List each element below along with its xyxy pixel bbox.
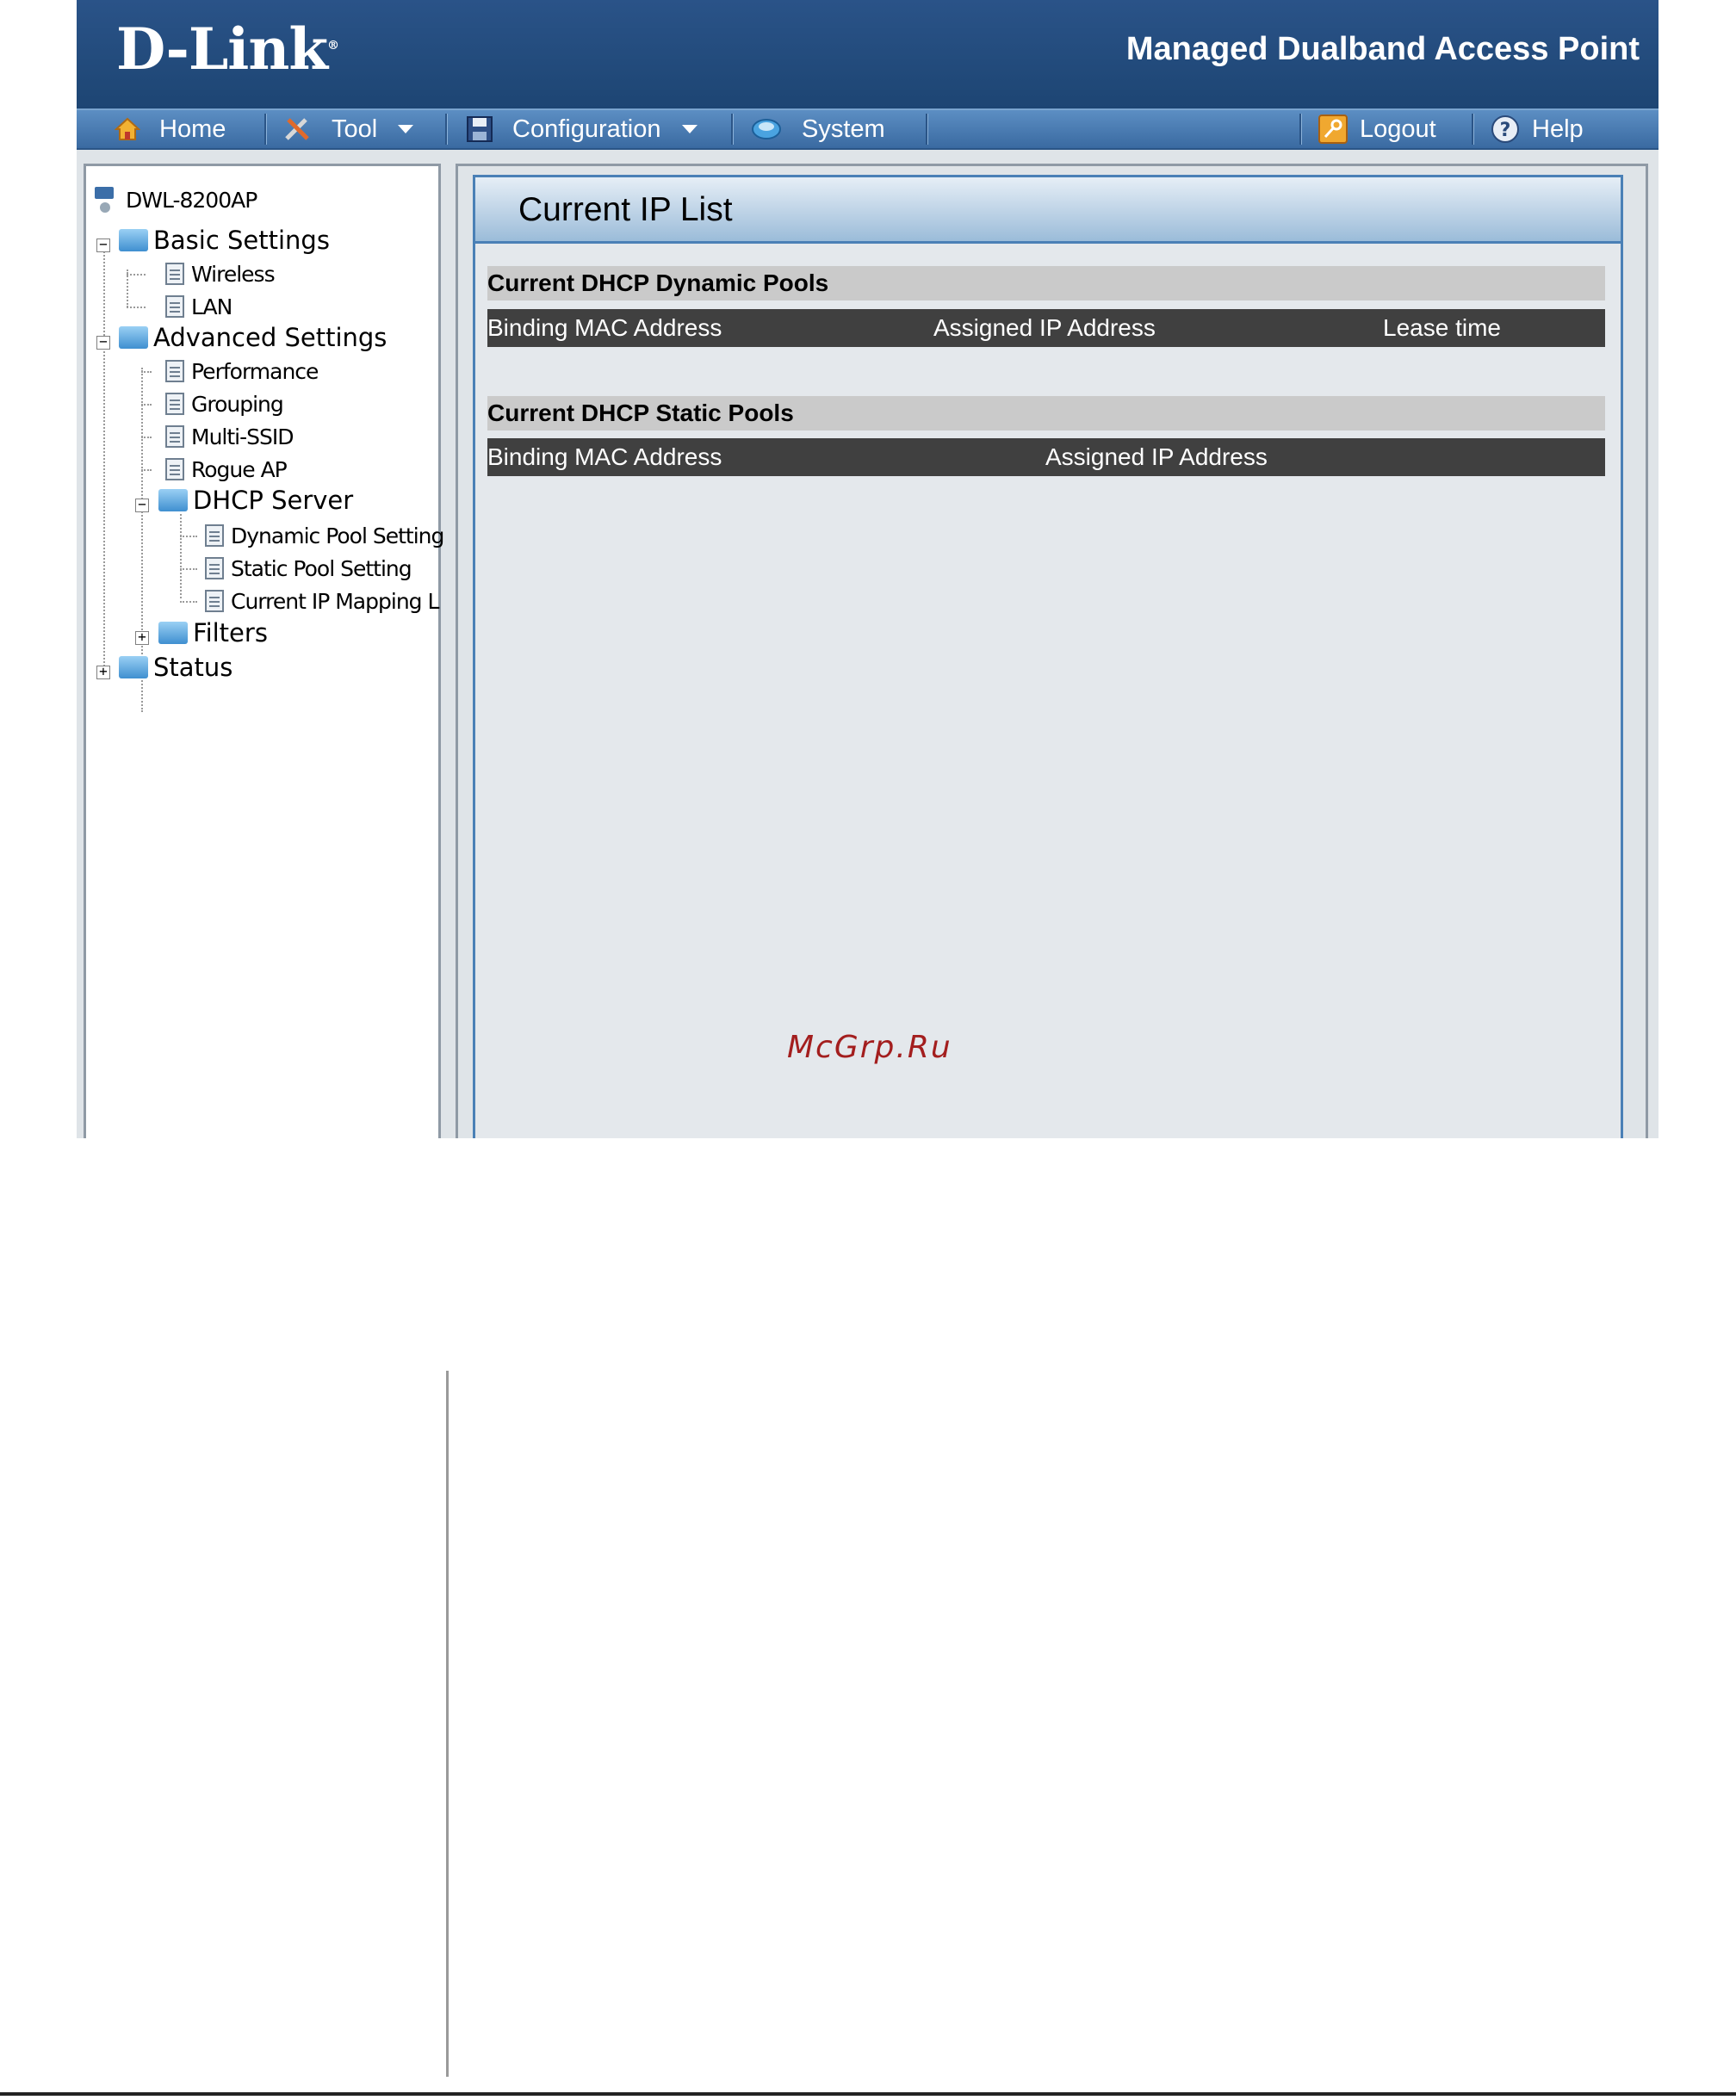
system-icon — [752, 119, 781, 139]
document-icon — [165, 425, 184, 448]
svg-text:?: ? — [1500, 120, 1511, 141]
document-icon — [165, 458, 184, 480]
tree-item-static-pool-setting[interactable]: Static Pool Setting — [205, 555, 412, 581]
column-header: Assigned IP Address — [933, 314, 1156, 341]
folder-icon — [158, 622, 188, 644]
document-icon — [205, 590, 224, 612]
tree-item-rogue-ap[interactable]: Rogue AP — [165, 456, 288, 482]
tree-connector — [141, 371, 152, 373]
tree-item-lan[interactable]: LAN — [165, 294, 232, 319]
folder-icon — [119, 656, 148, 678]
tree-connector — [180, 601, 197, 603]
tree-item-dynamic-pool-setting[interactable]: Dynamic Pool Setting — [205, 523, 444, 548]
document-icon — [205, 557, 224, 579]
tree-item-performance[interactable]: Performance — [165, 358, 319, 384]
tree-root-device[interactable]: DWL-8200AP — [93, 187, 257, 213]
chevron-down-icon — [681, 125, 698, 133]
menu-logout[interactable]: Logout — [1318, 110, 1436, 148]
tree-connector — [141, 404, 152, 406]
column-header: Binding MAC Address — [487, 314, 722, 341]
column-header: Assigned IP Address — [1045, 443, 1268, 470]
menu-separator — [264, 114, 267, 145]
menu-separator — [1472, 114, 1474, 145]
dlink-logo: D-Link® — [116, 15, 339, 83]
tool-icon — [285, 118, 309, 140]
static-pools-heading: Current DHCP Static Pools — [487, 396, 1605, 431]
tree-connector — [141, 469, 152, 471]
expand-toggle-status[interactable]: + — [96, 665, 110, 679]
tree-item-filters[interactable]: Filters — [158, 618, 268, 647]
tree-connector — [180, 536, 197, 537]
access-point-icon — [93, 185, 119, 214]
home-icon — [115, 117, 140, 140]
tree-item-status[interactable]: Status — [119, 653, 232, 682]
content-frame: Current IP List Current DHCP Dynamic Poo… — [456, 164, 1648, 1138]
menu-tool[interactable]: Tool — [283, 110, 414, 148]
tree-item-dhcp-server[interactable]: DHCP Server — [158, 486, 353, 515]
tree-connector — [141, 437, 152, 438]
document-icon — [165, 263, 184, 285]
save-icon — [467, 116, 493, 142]
tree-item-grouping[interactable]: Grouping — [165, 391, 284, 417]
tree-connector — [103, 238, 105, 669]
tree-item-current-ip-mapping[interactable]: Current IP Mapping L — [205, 588, 439, 614]
document-icon — [165, 393, 184, 415]
tree-item-wireless[interactable]: Wireless — [165, 261, 276, 287]
collapse-toggle-dhcp-server[interactable]: − — [135, 498, 149, 512]
page-bottom-rule — [0, 2092, 1736, 2096]
menu-separator — [445, 114, 448, 145]
collapse-toggle-basic-settings[interactable]: − — [96, 238, 110, 252]
menu-bar: Home Tool Configuration System Logout ? — [77, 108, 1658, 150]
column-header: Binding MAC Address — [487, 443, 722, 470]
menu-system[interactable]: System — [750, 110, 885, 148]
product-name: Managed Dualband Access Point — [1125, 31, 1640, 67]
static-pools-table-header: Binding MAC Address Assigned IP Address — [487, 438, 1605, 476]
page-header: Current IP List — [475, 177, 1621, 244]
document-icon — [165, 360, 184, 382]
folder-icon — [119, 326, 148, 349]
tree-item-multi-ssid[interactable]: Multi-SSID — [165, 424, 294, 449]
content-panel: Current IP List Current DHCP Dynamic Poo… — [473, 175, 1623, 1138]
tree-connector — [127, 307, 146, 308]
dynamic-pools-heading: Current DHCP Dynamic Pools — [487, 266, 1605, 300]
collapse-toggle-advanced-settings[interactable]: − — [96, 335, 110, 350]
menu-home[interactable]: Home — [115, 110, 226, 148]
menu-separator — [731, 114, 734, 145]
menu-separator — [926, 114, 928, 145]
dynamic-pools-table-header: Binding MAC Address Assigned IP Address … — [487, 309, 1605, 347]
tree-connector — [127, 274, 146, 276]
document-icon — [205, 524, 224, 547]
logout-key-icon — [1318, 115, 1348, 144]
watermark: McGrp.Ru — [787, 1030, 952, 1065]
folder-icon — [158, 489, 188, 511]
app-header: D-Link® Managed Dualband Access Point — [77, 0, 1658, 108]
menu-separator — [1299, 114, 1302, 145]
tree-item-advanced-settings[interactable]: Advanced Settings — [119, 323, 387, 352]
navigation-tree: DWL-8200AP − Basic Settings Wireless LAN… — [84, 164, 444, 1138]
screenshot: D-Link® Managed Dualband Access Point Ho… — [77, 0, 1658, 1138]
expand-toggle-filters[interactable]: + — [135, 630, 149, 645]
page-title: Current IP List — [518, 191, 733, 228]
tree-item-basic-settings[interactable]: Basic Settings — [119, 226, 330, 255]
menu-help[interactable]: ? Help — [1491, 110, 1584, 148]
tree-connector — [180, 514, 182, 598]
help-icon: ? — [1491, 115, 1519, 143]
menu-configuration[interactable]: Configuration — [466, 110, 698, 148]
tree-connector — [180, 568, 197, 570]
chevron-down-icon — [398, 125, 414, 133]
page-column-divider — [446, 1371, 449, 2077]
folder-icon — [119, 229, 148, 251]
document-icon — [165, 295, 184, 318]
column-header: Lease time — [1383, 314, 1501, 341]
